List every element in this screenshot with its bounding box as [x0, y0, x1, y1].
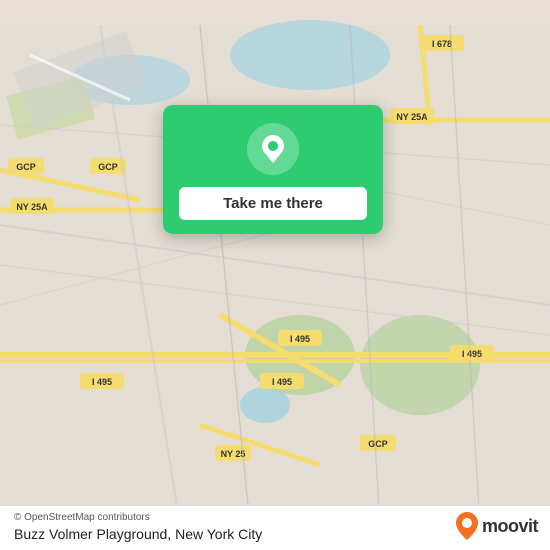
svg-text:GCP: GCP: [98, 162, 118, 172]
svg-text:I 495: I 495: [462, 349, 482, 359]
svg-text:NY 25: NY 25: [221, 449, 246, 459]
location-pin-icon: [257, 133, 289, 165]
map-background: I 495 I 495 I 495 NY 25A NY 25A NY 25 GC…: [0, 0, 550, 550]
moovit-text: moovit: [482, 516, 538, 537]
svg-text:GCP: GCP: [16, 162, 36, 172]
moovit-pin-icon: [456, 512, 478, 540]
svg-text:I 495: I 495: [290, 334, 310, 344]
take-me-there-button[interactable]: Take me there: [179, 187, 367, 220]
svg-text:NY 25A: NY 25A: [16, 202, 48, 212]
moovit-logo: moovit: [456, 512, 538, 540]
svg-text:GCP: GCP: [368, 439, 388, 449]
location-icon-wrapper: [247, 123, 299, 175]
svg-text:I 678: I 678: [432, 39, 452, 49]
svg-text:NY 25A: NY 25A: [396, 112, 428, 122]
svg-text:I 495: I 495: [92, 377, 112, 387]
popup-card: Take me there: [163, 105, 383, 234]
map-container: I 495 I 495 I 495 NY 25A NY 25A NY 25 GC…: [0, 0, 550, 550]
svg-text:I 495: I 495: [272, 377, 292, 387]
